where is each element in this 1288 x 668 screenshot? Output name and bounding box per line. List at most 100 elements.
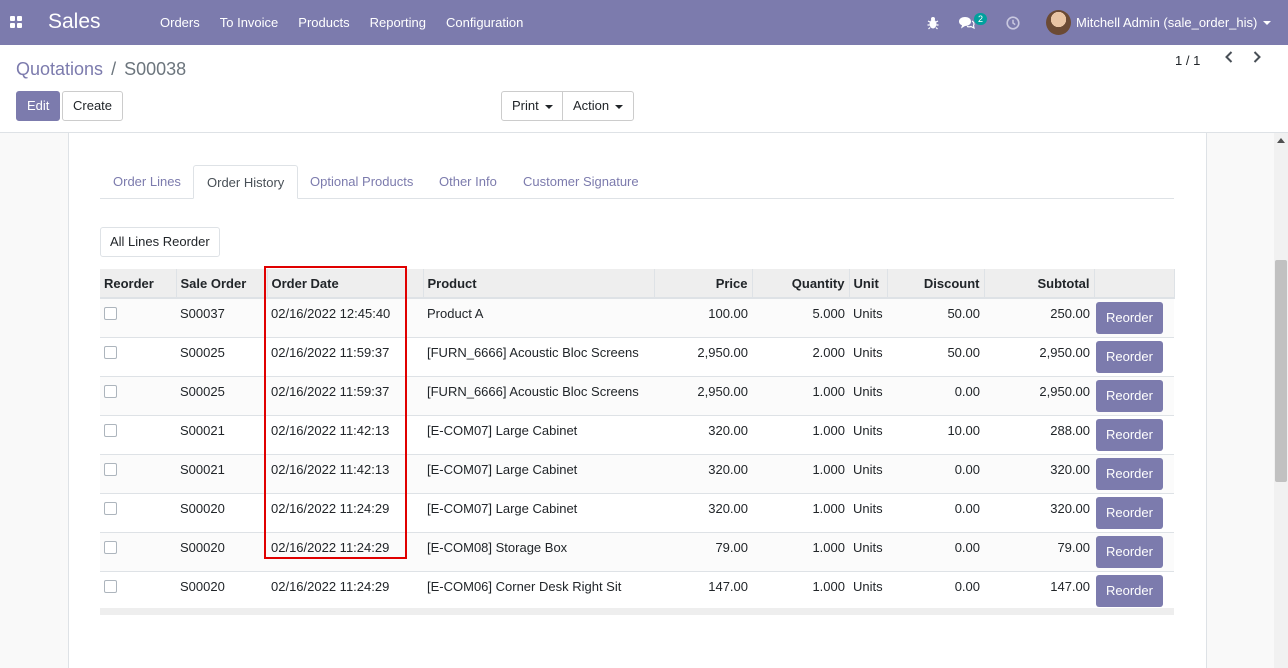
column-header-price[interactable]: Price [654,269,753,299]
discount-cell: 0.00 [887,531,984,571]
create-button[interactable]: Create [62,91,124,121]
table-row[interactable]: S00021 02/16/2022 11:42:13 [E-COM07] Large… [100,414,1174,454]
sale-order-cell: S00021 [176,414,267,454]
unit-cell: Units [849,531,887,571]
tab-other-info[interactable]: Other Info [426,165,510,199]
reorder-checkbox[interactable] [104,307,117,320]
all-lines-reorder-button[interactable]: All Lines Reorder [100,227,220,257]
pager-next-icon[interactable] [1251,50,1263,69]
messages-icon[interactable] [958,0,975,45]
sale-order-cell: S00020 [176,492,267,532]
pager-value[interactable]: 1 / 1 [1175,53,1200,68]
activity-clock-icon[interactable] [1006,0,1020,45]
order-history-table: Reorder Sale Order Order Date Product Pr… [100,269,1175,610]
table-row[interactable]: S00020 02/16/2022 11:24:29 [E-COM07] Large… [100,492,1174,532]
scroll-up-arrow-icon[interactable] [1277,138,1285,143]
pager-previous-icon[interactable] [1223,50,1235,69]
subtotal-cell: 2,950.00 [984,336,1094,376]
column-header-actions [1094,269,1175,299]
column-header-unit[interactable]: Unit [849,269,888,299]
column-header-discount[interactable]: Discount [887,269,985,299]
reorder-button-cell: Reorder [1094,375,1174,415]
price-cell: 100.00 [654,297,752,337]
reorder-button[interactable]: Reorder [1096,457,1163,490]
reorder-checkbox-cell [100,570,176,610]
reorder-button-cell: Reorder [1094,297,1174,337]
user-avatar [1046,10,1071,35]
price-cell: 320.00 [654,414,752,454]
tab-order-lines[interactable]: Order Lines [100,165,194,199]
chevron-down-icon [1263,20,1272,25]
quantity-cell: 1.000 [752,492,849,532]
menu-products[interactable]: Products [288,0,359,45]
table-row[interactable]: S00025 02/16/2022 11:59:37 [FURN_6666] Aco… [100,375,1174,415]
subtotal-cell: 2,950.00 [984,375,1094,415]
reorder-button[interactable]: Reorder [1096,418,1163,451]
reorder-checkbox[interactable] [104,462,117,476]
price-cell: 79.00 [654,531,752,571]
reorder-checkbox-cell [100,414,176,454]
menu-reporting[interactable]: Reporting [360,0,436,45]
reorder-button-cell: Reorder [1094,492,1174,532]
edit-button[interactable]: Edit [16,91,61,121]
reorder-button-cell: Reorder [1094,570,1174,610]
subtotal-cell: 320.00 [984,492,1094,532]
user-menu[interactable]: Mitchell Admin (sale_order_his) [1046,10,1272,35]
breadcrumb-quotations-link[interactable]: Quotations [16,59,103,79]
price-cell: 320.00 [654,492,752,532]
reorder-checkbox[interactable] [104,540,117,554]
print-dropdown[interactable]: Print [501,91,564,121]
tab-customer-signature[interactable]: Customer Signature [510,165,652,199]
column-header-quantity[interactable]: Quantity [752,269,850,299]
quantity-cell: 1.000 [752,414,849,454]
reorder-checkbox[interactable] [104,345,117,359]
price-cell: 147.00 [654,570,752,610]
column-header-order-date[interactable]: Order Date [267,269,424,299]
quantity-cell: 1.000 [752,375,849,415]
column-header-sale-order[interactable]: Sale Order [176,269,268,299]
reorder-button[interactable]: Reorder [1096,340,1163,373]
apps-menu-icon[interactable] [10,16,22,28]
reorder-button[interactable]: Reorder [1096,535,1163,568]
tab-optional-products[interactable]: Optional Products [297,165,426,199]
reorder-button-cell: Reorder [1094,453,1174,493]
table-row[interactable]: S00037 02/16/2022 12:45:40 Product A 100.00… [100,297,1174,337]
tab-order-history[interactable]: Order History [193,165,299,199]
product-cell: [FURN_6666] Acoustic Bloc Screens [423,336,654,376]
reorder-button[interactable]: Reorder [1096,302,1163,334]
table-row[interactable]: S00025 02/16/2022 11:59:37 [FURN_6666] Aco… [100,336,1174,376]
product-cell: Product A [423,297,654,337]
table-footer [100,608,1174,615]
column-header-subtotal[interactable]: Subtotal [984,269,1095,299]
table-row[interactable]: S00021 02/16/2022 11:42:13 [E-COM07] Large… [100,453,1174,493]
discount-cell: 0.00 [887,453,984,493]
reorder-checkbox[interactable] [104,423,117,437]
discount-cell: 50.00 [887,336,984,376]
unit-cell: Units [849,336,887,376]
price-cell: 2,950.00 [654,375,752,415]
reorder-button[interactable]: Reorder [1096,574,1163,607]
top-navbar: Sales Orders To Invoice Products Reporti… [0,0,1288,45]
reorder-checkbox[interactable] [104,384,117,398]
debug-bug-icon[interactable] [926,0,940,45]
table-row[interactable]: S00020 02/16/2022 11:24:29 [E-COM06] Corne… [100,570,1174,610]
menu-configuration[interactable]: Configuration [436,0,533,45]
menu-to-invoice[interactable]: To Invoice [210,0,289,45]
subtotal-cell: 288.00 [984,414,1094,454]
reorder-button[interactable]: Reorder [1096,379,1163,412]
order-date-cell: 02/16/2022 11:24:29 [267,492,423,532]
scrollbar-thumb[interactable] [1275,260,1287,482]
reorder-checkbox[interactable] [104,579,117,593]
quantity-cell: 1.000 [752,453,849,493]
column-header-reorder[interactable]: Reorder [100,269,177,299]
app-brand[interactable]: Sales [48,10,101,34]
column-header-product[interactable]: Product [423,269,655,299]
unit-cell: Units [849,375,887,415]
reorder-checkbox[interactable] [104,501,117,515]
action-dropdown[interactable]: Action [562,91,635,121]
menu-orders[interactable]: Orders [150,0,210,45]
discount-cell: 10.00 [887,414,984,454]
table-row[interactable]: S00020 02/16/2022 11:24:29 [E-COM08] Stora… [100,531,1174,571]
reorder-button[interactable]: Reorder [1096,496,1163,529]
subtotal-cell: 79.00 [984,531,1094,571]
